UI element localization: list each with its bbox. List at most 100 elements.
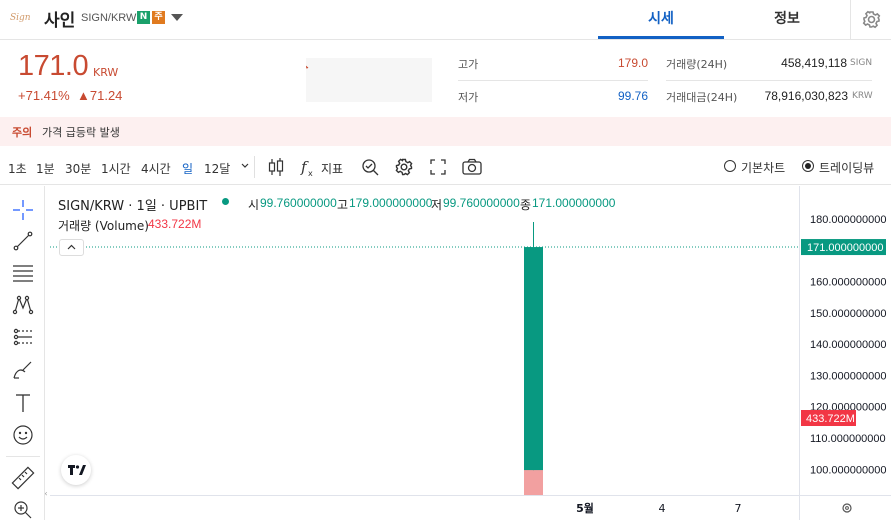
low-label: 저가 [458,91,479,104]
axis-settings-icon [842,503,852,513]
fib-tool[interactable] [11,261,35,285]
tradingview-logo-icon [68,465,86,475]
svg-text:x: x [308,169,313,178]
function-icon: f x [300,158,313,178]
last-price-tag-text: 171.000000000 [807,242,883,254]
high-label: 고가 [458,58,479,71]
volume-24h-unit: SIGN [850,58,873,68]
timeframe-30m[interactable]: 30분 [65,160,91,177]
ruler-icon [11,466,35,490]
pattern-icon [12,295,34,315]
indicator-label[interactable]: 지표 [321,160,343,177]
price-axis-tick: 160.000000000 [810,276,886,288]
legend-collapse-button[interactable] [59,239,84,256]
price-chart[interactable]: 100.000000000 110.000000000 120.000000000 1… [50,186,891,520]
open-label: 시 [248,198,260,212]
warning-message: 가격 급등락 발생 [42,126,120,139]
amount-24h-label: 거래대금(24H) [666,91,738,104]
low-value-ohlc: 99.760000000 [443,196,520,210]
timeframe-1d[interactable]: 일 [182,160,193,177]
time-axis-tick: 5월 [576,501,594,515]
settings-button[interactable] [850,0,891,39]
toolbar-divider [254,156,255,178]
crosshair-tool[interactable] [11,198,35,222]
price-axis-tick: 180.000000000 [810,214,886,226]
price-axis-tick: 130.000000000 [810,370,886,382]
high-label-ohlc: 고 [337,198,349,212]
fullscreen-icon [430,159,446,175]
coin-pair: SIGN/KRW [81,12,137,24]
tool-divider [6,456,40,457]
mini-price-chart [305,58,432,102]
zoom-in-icon [14,501,32,519]
low-value: 99.76 [617,89,648,103]
chart-title: SIGN/KRW · 1일 · UPBIT [58,199,208,214]
timeframe-dropdown[interactable] [238,156,252,176]
basic-chart-label[interactable]: 기본차트 [741,159,785,176]
warning-tag: 주의 [12,126,33,139]
chart-settings-button[interactable] [392,155,416,179]
alert-button[interactable] [358,155,382,179]
close-value-ohlc: 171.000000000 [532,196,616,210]
forecast-tool[interactable] [11,325,35,349]
tradingview-radio[interactable] [802,160,814,172]
coin-name: 사인 [44,11,76,31]
tradingview-label[interactable]: 트레이딩뷰 [819,159,874,176]
pattern-tool[interactable] [11,293,35,317]
drawing-toolbar [0,186,45,520]
indicator-button[interactable]: f x [296,155,320,179]
measure-tool[interactable] [11,466,35,490]
stats-divider [666,80,872,81]
candle-type-button[interactable] [264,155,288,179]
time-axis-tick: 4 [659,502,666,515]
chart-canvas[interactable]: 100.000000000110.000000000120.0000000001… [50,186,891,520]
tradingview-logo[interactable] [61,455,91,485]
close-label-ohlc: 종 [520,198,532,212]
zoom-tool[interactable] [11,498,35,520]
volume-24h-value: 458,419,118 [781,56,847,70]
mini-chart-line [305,65,309,69]
trend-line-tool[interactable] [11,229,35,253]
high-value: 179.0 [617,56,648,70]
price-unit: KRW [93,66,119,79]
magnifier-alert-icon [362,159,379,176]
time-axis-tick: 7 [735,502,742,515]
caution-badge: 주 [152,11,165,24]
low-label-ohlc: 저 [431,198,443,212]
tab-info[interactable]: 정보 [724,0,850,39]
fullscreen-button[interactable] [426,155,450,179]
screenshot-button[interactable] [460,155,484,179]
volume-indicator-value: 433.722M [148,217,202,231]
timeframe-4h[interactable]: 4시간 [141,160,171,177]
stats-divider [458,80,648,81]
coin-logo: Sign [10,13,31,23]
emoji-tool[interactable] [11,423,35,447]
volume-indicator-label: 거래량 (Volume) [58,219,149,233]
forecast-icon [13,328,32,346]
change-amount: ▲71.24 [77,88,123,103]
brush-icon [13,361,32,379]
timeframe-1h[interactable]: 1시간 [101,160,131,177]
timeframe-12mo[interactable]: 12달 [204,160,230,177]
change-rate: +71.41% [18,88,70,103]
timeframe-1s[interactable]: 1초 [8,160,27,177]
trend-line-icon [13,231,33,251]
timeframe-1m[interactable]: 1분 [36,160,55,177]
candlestick-icon [268,158,284,176]
text-tool[interactable] [11,391,35,415]
price-axis-tick: 100.000000000 [810,464,886,476]
smiley-icon [13,425,33,445]
amount-24h-value: 78,916,030,823 [764,89,848,103]
high-value-ohlc: 179.000000000 [349,196,433,210]
chevron-down-icon [241,163,249,168]
tab-quote[interactable]: 시세 [598,0,724,39]
axis-settings-icon-center [845,506,849,510]
basic-chart-radio[interactable] [724,160,736,172]
toolbar-collapse-handle[interactable]: ‹ [43,486,49,502]
brush-tool[interactable] [11,358,35,382]
amount-24h-unit: KRW [852,91,873,101]
coin-dropdown-icon[interactable] [171,14,183,21]
volume-value-tag-text: 433.722M [806,413,855,425]
camera-icon [462,158,482,175]
price-axis-tick: 110.000000000 [810,433,886,445]
